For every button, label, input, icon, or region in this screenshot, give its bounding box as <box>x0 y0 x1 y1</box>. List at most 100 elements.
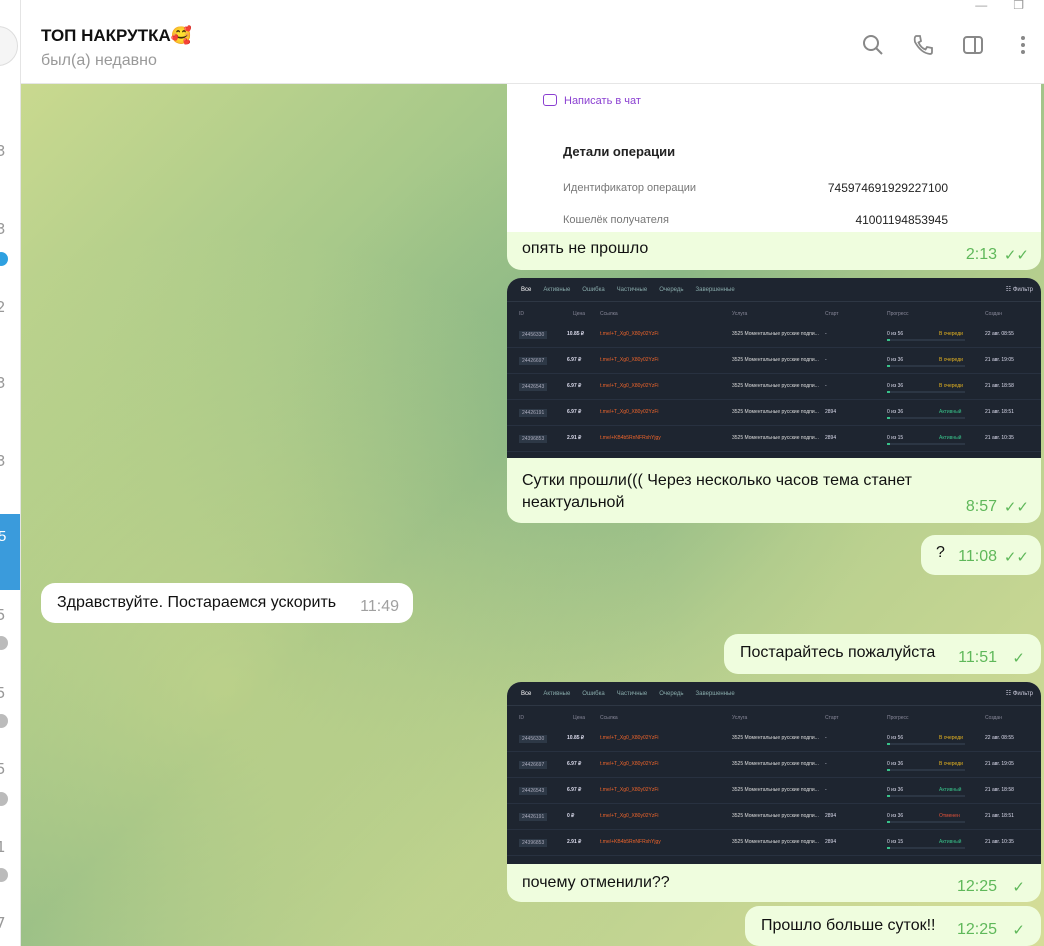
table-cell: 24426697 <box>519 357 548 365</box>
table-cell: - <box>825 761 827 767</box>
message-time: 12:25 <box>956 878 997 895</box>
table-cell: t.me/+T_Xg0_X80y02YzFi <box>600 409 659 415</box>
chat-list-counter[interactable]: 5 <box>0 684 6 702</box>
table-cell: t.me/+T_Xg0_X80y02YzFi <box>600 813 659 819</box>
chat-list-counter[interactable]: 2 <box>0 298 6 316</box>
table-cell: 3525 Моментальные русские подпи... <box>732 761 819 767</box>
sidebar-toggle-icon[interactable] <box>960 34 986 62</box>
chat-list-counter[interactable]: 7 <box>0 914 6 932</box>
table-cell: 0 из 36 <box>887 409 904 415</box>
progress-bar <box>887 743 965 745</box>
screenshot-filter: ☷ Фильтр <box>1005 287 1033 293</box>
table-cell: 6.97 ₽ <box>567 409 582 415</box>
message-out[interactable]: Все Активные Ошибка Частичные Очередь Заверше… <box>507 682 1041 902</box>
chat-list-counter[interactable]: 3 <box>0 220 6 238</box>
progress-bar <box>887 391 965 393</box>
chat-title[interactable]: ТОП НАКРУТКА🥰 <box>41 26 192 46</box>
table-cell: 24426543 <box>519 383 548 391</box>
screenshot-header: Создан <box>985 311 1002 317</box>
chat-list-counter[interactable]: 5 <box>0 760 6 778</box>
table-cell: 22 авг. 08:55 <box>985 331 1014 337</box>
orders-screenshot[interactable]: Все Активные Ошибка Частичные Очередь Заверше… <box>507 278 1041 458</box>
minimize-button[interactable]: — <box>975 0 987 14</box>
table-cell: 10.85 ₽ <box>567 331 585 337</box>
table-cell: В очереди <box>939 383 963 389</box>
table-cell: 0 из 36 <box>887 383 904 389</box>
chat-list-counter[interactable]: 3 <box>0 452 6 470</box>
screenshot-tab: Завершенные <box>695 690 735 697</box>
table-cell: 3525 Моментальные русские подпи... <box>732 735 819 741</box>
chat-list-counter[interactable]: 1 <box>0 838 6 856</box>
muted-badge <box>0 792 8 806</box>
muted-badge <box>0 636 8 650</box>
message-time: 11:51 <box>958 649 997 666</box>
table-cell: 0 ₽ <box>567 813 575 819</box>
message-out[interactable]: ? 11:08 ✓✓ <box>921 535 1041 575</box>
screenshot-header: Цена <box>573 311 586 317</box>
table-row: 24426697 6.97 ₽ t.me/+T_Xg0_X80y02YzFi 3525… <box>507 348 1041 374</box>
table-cell: t.me/+T_Xg0_X80y02YzFi <box>600 787 659 793</box>
table-cell: 22 авг. 08:55 <box>985 735 1014 741</box>
message-out[interactable]: Прошло больше суток!! 12:25 ✓ <box>745 906 1041 946</box>
screenshot-tabs: Все Активные Ошибка Частичные Очередь Заверше… <box>507 682 1041 706</box>
message-in[interactable]: Здравствуйте. Постараемся ускорить 11:49 <box>41 583 413 623</box>
screenshot-filter: ☷ Фильтр <box>1005 691 1033 697</box>
table-cell: 21 авг. 18:58 <box>985 383 1014 389</box>
message-text: почему отменили?? <box>522 874 670 891</box>
screenshot-header: Старт <box>825 715 839 721</box>
table-cell: Отменен <box>939 813 960 819</box>
table-cell: В очереди <box>939 357 963 363</box>
table-cell: t.me/+KB4b5RnNFRxhYjgy <box>600 435 661 441</box>
chat-list-counter[interactable]: 3 <box>0 374 6 392</box>
message-out[interactable]: Написать в чат Детали операции Идентифик… <box>507 84 1041 270</box>
orders-screenshot[interactable]: Все Активные Ошибка Частичные Очередь Заверше… <box>507 682 1041 864</box>
table-cell: 2894 <box>825 839 837 845</box>
muted-badge <box>0 714 8 728</box>
table-cell: Активный <box>939 409 962 415</box>
table-cell: В очереди <box>939 735 963 741</box>
message-time: 11:49 <box>360 598 399 615</box>
table-cell: 2894 <box>825 409 837 415</box>
chat-list-counter[interactable]: 5 <box>0 606 6 624</box>
message-text: Прошло больше суток!! <box>761 917 936 934</box>
chat-list-counter[interactable]: 3 <box>0 142 6 160</box>
table-cell: 3525 Моментальные русские подпи... <box>732 435 819 441</box>
screenshot-tab: Ошибка <box>582 286 605 293</box>
screenshot-tabs: Все Активные Ошибка Частичные Очередь Заверше… <box>507 278 1041 302</box>
progress-bar <box>887 847 965 849</box>
message-time: 8:57 <box>965 498 997 515</box>
maximize-button[interactable]: ❐ <box>1013 0 1024 14</box>
table-cell: 24396853 <box>519 839 548 847</box>
table-cell: 0 из 36 <box>887 787 904 793</box>
check-icon: ✓ <box>1012 879 1025 896</box>
table-cell: 3525 Моментальные русские подпи... <box>732 839 819 845</box>
header-actions <box>860 34 1044 62</box>
progress-bar <box>887 443 965 445</box>
table-cell: 24426191 <box>519 409 548 417</box>
progress-bar <box>887 795 965 797</box>
double-check-icon: ✓✓ <box>1003 499 1029 516</box>
chat-bubble-icon <box>543 94 557 106</box>
table-cell: 2894 <box>825 435 837 441</box>
message-out[interactable]: Постарайтесь пожалуйста 11:51 ✓ <box>724 634 1041 674</box>
progress-bar <box>887 821 965 823</box>
avatar[interactable] <box>0 26 18 66</box>
phone-icon[interactable] <box>910 34 936 62</box>
screenshot-tab: Очередь <box>659 286 684 293</box>
more-menu-icon[interactable] <box>1010 34 1036 62</box>
message-out[interactable]: Все Активные Ошибка Частичные Очередь Заверше… <box>507 278 1041 523</box>
table-cell: 24426543 <box>519 787 548 795</box>
write-to-chat-link[interactable]: Написать в чат <box>564 95 641 107</box>
table-cell: t.me/+T_Xg0_X80y02YzFi <box>600 357 659 363</box>
screenshot-tab: Частичные <box>616 286 648 293</box>
screenshot-tab: Частичные <box>616 690 648 697</box>
wallet-label: Кошелёк получателя <box>563 214 669 226</box>
table-cell: 24456330 <box>519 735 548 743</box>
screenshot-header: ID <box>519 715 524 721</box>
table-cell: 0 из 15 <box>887 839 904 845</box>
table-cell: 3525 Моментальные русские подпи... <box>732 331 819 337</box>
receipt-image[interactable]: Написать в чат Детали операции Идентифик… <box>507 84 1041 232</box>
screenshot-header: Создан <box>985 715 1002 721</box>
search-icon[interactable] <box>860 34 886 62</box>
selected-chat-item[interactable]: 5 <box>0 514 20 590</box>
